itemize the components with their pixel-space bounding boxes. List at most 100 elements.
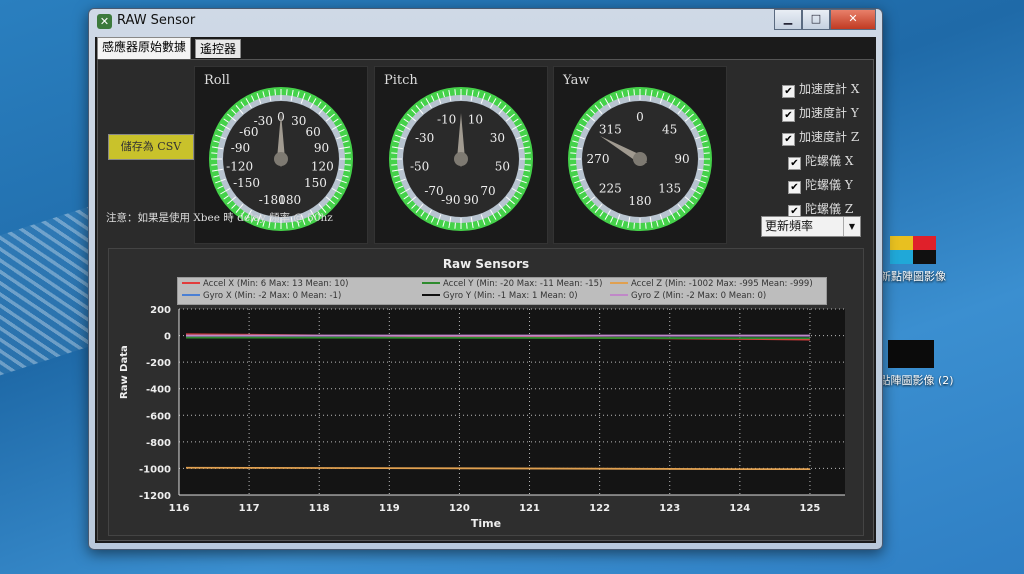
chart-y-tick-label: 200 — [150, 305, 171, 316]
chart-series-line — [186, 336, 810, 340]
legend-entry: Gyro X (Min: -2 Max: 0 Mean: -1) — [182, 291, 341, 301]
gauge-tick — [344, 164, 351, 166]
gauge-tick — [211, 152, 218, 154]
close-button[interactable]: ✕ — [830, 9, 876, 30]
gauge-tick-label: 150 — [304, 176, 327, 190]
chart-x-tick-label: 125 — [800, 503, 821, 514]
roll-gauge-label: Roll — [204, 73, 230, 88]
chart-x-tick-label: 118 — [309, 503, 330, 514]
gauge-tick-label: 30 — [490, 131, 505, 145]
gauge-tick-label: 45 — [662, 122, 677, 136]
checkbox-gyro-y[interactable]: ✔ 陀螺儀 Y — [788, 176, 853, 194]
gauge-tick-label: -150 — [233, 176, 260, 190]
legend-label: Accel Y (Min: -20 Max: -11 Mean: -15) — [443, 279, 603, 289]
gauge-tick-label: 10 — [468, 113, 483, 127]
gauge-tick — [344, 152, 351, 154]
gauge-tick — [524, 152, 531, 154]
pitch-gauge: -10 10 -30 30 -50 50 -70 70 -90 90 Pitch — [374, 66, 548, 244]
yaw-gauge-label: Yaw — [563, 73, 590, 88]
gauge-tick — [570, 152, 577, 154]
chart-y-tick-label: -1000 — [139, 464, 171, 475]
gauge-tick — [633, 89, 635, 96]
gauge-tick-label: 180 — [278, 193, 301, 207]
gauge-tick-label: 50 — [495, 159, 510, 173]
gauge-tick-label: 315 — [599, 122, 622, 136]
maximize-button[interactable]: □ — [802, 9, 830, 30]
raw-sensors-chart: 116 117 118 119 120 121 122 123 124 125 200 0 -200 -4… — [108, 248, 864, 536]
legend-entry: Accel Y (Min: -20 Max: -11 Mean: -15) — [422, 279, 602, 289]
tab-sensor-raw-data[interactable]: 感應器原始數據 — [97, 37, 192, 59]
title-bar[interactable]: ✕ RAW Sensor ▁ □ ✕ — [89, 9, 882, 35]
gauge-tick — [645, 222, 647, 229]
gauge-tick-label: -90 — [441, 193, 460, 207]
legend-swatch — [422, 294, 440, 296]
checkbox-label: 陀螺儀 Z — [805, 202, 854, 216]
tab-remote-control[interactable]: 遙控器 — [195, 39, 242, 58]
gauge-tick — [466, 89, 468, 96]
legend-swatch — [182, 294, 200, 296]
chart-legend: Accel X (Min: 6 Max: 13 Mean: 10) Accel Y… — [177, 277, 827, 305]
gauge-needle-hub — [274, 152, 288, 166]
legend-swatch — [610, 282, 628, 284]
legend-label: Gyro X (Min: -2 Max: 0 Mean: -1) — [203, 291, 342, 301]
checkbox-check-icon: ✔ — [788, 157, 801, 170]
gauge-tick-label: -60 — [239, 125, 258, 139]
xbee-note: 注意：如果是使用 Xbee 時 delay 頻率 @ 50hz — [106, 212, 333, 224]
bitmap-thumbnail-icon — [888, 340, 934, 368]
checkbox-label: 陀螺儀 X — [805, 154, 854, 168]
gauge-tick — [466, 222, 468, 229]
gauge-tick — [645, 89, 647, 96]
chart-y-tick-label: -800 — [146, 438, 171, 449]
gauge-tick — [524, 164, 531, 166]
gauge-tick-label: 135 — [658, 182, 681, 196]
legend-entry: Accel Z (Min: -1002 Max: -995 Mean: -999… — [610, 279, 813, 289]
gauge-tick-label: 90 — [314, 141, 329, 155]
gauge-tick — [703, 152, 710, 154]
desktop-wallpaper-stripe — [0, 204, 95, 376]
checkbox-label: 加速度計 X — [799, 82, 860, 96]
gauge-tick-label: -30 — [415, 131, 434, 145]
checkbox-accel-x[interactable]: ✔ 加速度計 X — [782, 80, 859, 98]
gauge-tick-label: 30 — [291, 114, 306, 128]
legend-label: Gyro Y (Min: -1 Max: 1 Mean: 0) — [443, 291, 578, 301]
gauge-tick — [211, 164, 218, 166]
checkbox-gyro-x[interactable]: ✔ 陀螺儀 X — [788, 152, 853, 170]
chart-x-tick-label: 120 — [449, 503, 470, 514]
window-title: RAW Sensor — [117, 13, 196, 28]
chart-x-tick-label: 116 — [169, 503, 190, 514]
legend-label: Accel X (Min: 6 Max: 13 Mean: 10) — [203, 279, 349, 289]
bitmap-thumbnail-icon — [890, 236, 936, 264]
chart-x-tick-label: 119 — [379, 503, 400, 514]
gauge-tick-label: 120 — [311, 159, 334, 173]
checkbox-accel-y[interactable]: ✔ 加速度計 Y — [782, 104, 859, 122]
legend-label: Gyro Z (Min: -2 Max: 0 Mean: 0) — [631, 291, 767, 301]
chart-y-tick-label: -600 — [146, 411, 171, 422]
gauge-tick-label: 0 — [636, 110, 644, 124]
raw-sensor-window: ✕ RAW Sensor ▁ □ ✕ 感應器原始數據 遙控器 儲存為 CSV -… — [88, 8, 883, 550]
checkbox-accel-z[interactable]: ✔ 加速度計 Z — [782, 128, 859, 146]
gauge-needle-hub — [454, 152, 468, 166]
gauge-tick — [391, 152, 398, 154]
update-rate-select[interactable]: 更新頻率 ▼ — [761, 216, 861, 237]
gauge-tick-label: 270 — [587, 152, 610, 166]
gauge-tick — [286, 89, 288, 96]
checkbox-check-icon: ✔ — [782, 133, 795, 146]
pitch-gauge-dial: -10 10-30 30-50 50-70 70-90 90 — [389, 87, 533, 231]
minimize-button[interactable]: ▁ — [774, 9, 802, 30]
gauge-tick-label: -10 — [437, 113, 456, 127]
gauge-tick-label: -90 — [231, 141, 250, 155]
gauge-tick-label: 225 — [599, 182, 622, 196]
legend-swatch — [610, 294, 628, 296]
checkbox-check-icon: ✔ — [782, 85, 795, 98]
legend-swatch — [182, 282, 200, 284]
checkbox-check-icon: ✔ — [782, 109, 795, 122]
legend-entry: Gyro Y (Min: -1 Max: 1 Mean: 0) — [422, 291, 578, 301]
save-csv-button[interactable]: 儲存為 CSV — [108, 134, 194, 160]
chart-x-tick-label: 117 — [239, 503, 260, 514]
chevron-down-icon: ▼ — [843, 217, 860, 236]
chart-x-tick-label: 121 — [519, 503, 540, 514]
legend-entry: Accel X (Min: 6 Max: 13 Mean: 10) — [182, 279, 348, 289]
chart-y-tick-label: -1200 — [139, 491, 171, 502]
legend-entry: Gyro Z (Min: -2 Max: 0 Mean: 0) — [610, 291, 766, 301]
checkbox-label: 加速度計 Y — [799, 106, 859, 120]
